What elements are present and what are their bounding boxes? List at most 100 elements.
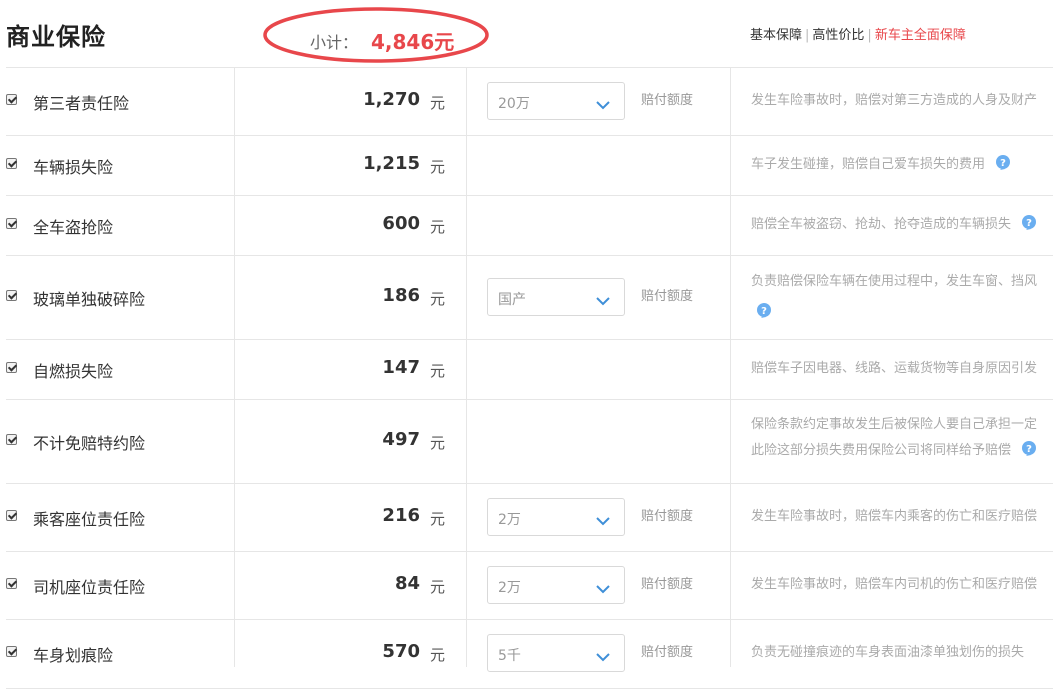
coverage-description: 负责无碰撞痕迹的车身表面油漆单独划伤的损失 [751, 640, 1053, 666]
description-text: 发生车险事故时，赔偿对第三方造成的人身及财产 [751, 93, 1038, 108]
price-unit: 元 [430, 434, 446, 452]
chevron-down-icon [596, 579, 610, 594]
help-icon[interactable]: ? [756, 303, 772, 319]
table-row: 玻璃单独破碎险 186 元 国产 赔付额度 负责赔偿保险车辆在使用过程中，发生车窗、挡… [6, 255, 1053, 340]
select-value: 国产 [498, 292, 526, 308]
coverage-description: 发生车险事故时，赔偿车内乘客的伤亡和医疗赔偿 [751, 504, 1053, 530]
chevron-down-icon [596, 95, 610, 110]
coverage-name: 车辆损失险 [33, 158, 114, 177]
coverage-checkbox[interactable] [6, 290, 17, 301]
coverage-checkbox[interactable] [6, 510, 17, 521]
description-text: 负责赔偿保险车辆在使用过程中，发生车窗、挡风 [751, 274, 1038, 289]
coverage-amount-select[interactable]: 2万 [487, 498, 625, 536]
tab-basic[interactable]: 基本保障 [750, 28, 802, 43]
chevron-down-icon [596, 647, 610, 662]
table-row: 乘客座位责任险 216 元 2万 赔付额度 发生车险事故时，赔偿车内乘客的伤亡和医疗赔… [6, 483, 1053, 552]
price-unit: 元 [430, 158, 446, 176]
coverage-checkbox[interactable] [6, 362, 17, 373]
price-unit: 元 [430, 290, 446, 308]
price-unit: 元 [430, 510, 446, 528]
svg-text:?: ? [1026, 218, 1032, 229]
coverage-description: 赔偿全车被盗窃、抢劫、抢夺造成的车辆损失? [751, 212, 1053, 238]
description-text: 此险这部分损失费用保险公司将同样给予赔偿 [751, 443, 1012, 458]
tab-value[interactable]: 高性价比 [812, 28, 864, 43]
coverage-checkbox[interactable] [6, 646, 17, 657]
tab-separator: | [805, 28, 810, 43]
price-unit: 元 [430, 578, 446, 596]
price-unit: 元 [430, 646, 446, 664]
description-text: 赔偿车子因电器、线路、运载货物等自身原因引发 [751, 361, 1038, 376]
coverage-price: 497 [382, 429, 420, 450]
limit-label: 赔付额度 [641, 577, 694, 592]
limit-label: 赔付额度 [641, 645, 694, 660]
description-text: 发生车险事故时，赔偿车内乘客的伤亡和医疗赔偿 [751, 509, 1038, 524]
coverage-description: 负责赔偿保险车辆在使用过程中，发生车窗、挡风 [751, 269, 1053, 295]
coverage-checkbox[interactable] [6, 158, 17, 169]
limit-label: 赔付额度 [641, 289, 694, 304]
table-row: 不计免赔特约险 497 元 保险条款约定事故发生后被保险人要自己承担一定 此险这部分… [6, 399, 1053, 484]
coverage-price: 216 [382, 505, 420, 526]
plan-tabs: 基本保障 | 高性价比 | 新车主全面保障 [750, 24, 966, 43]
coverage-price: 570 [382, 641, 420, 662]
table-row: 全车盗抢险 600 元 赔偿全车被盗窃、抢劫、抢夺造成的车辆损失? [6, 195, 1053, 256]
select-value: 5千 [498, 648, 521, 664]
chevron-down-icon [596, 511, 610, 526]
coverage-name: 玻璃单独破碎险 [33, 290, 146, 309]
coverage-name: 不计免赔特约险 [33, 434, 146, 453]
coverage-amount-select[interactable]: 国产 [487, 278, 625, 316]
table-row: 第三者责任险 1,270 元 20万 赔付额度 发生车险事故时，赔偿对第三方造成的人身… [6, 67, 1053, 136]
coverage-name: 车身划痕险 [33, 646, 114, 665]
coverage-name: 自燃损失险 [33, 362, 114, 381]
coverage-price: 84 [394, 573, 420, 594]
coverage-description: 车子发生碰撞，赔偿自己爱车损失的费用? [751, 152, 1053, 178]
table-row: 自燃损失险 147 元 赔偿车子因电器、线路、运载货物等自身原因引发 [6, 339, 1053, 400]
coverage-price: 1,270 [363, 89, 420, 110]
coverage-name: 第三者责任险 [33, 94, 130, 113]
page-title: 商业保险 [6, 23, 106, 51]
coverage-name: 全车盗抢险 [33, 218, 114, 237]
description-text: 车子发生碰撞，赔偿自己爱车损失的费用 [751, 157, 986, 172]
coverage-amount-select[interactable]: 2万 [487, 566, 625, 604]
price-unit: 元 [430, 94, 446, 112]
description-line: 保险条款约定事故发生后被保险人要自己承担一定 [751, 417, 1038, 432]
coverage-checkbox[interactable] [6, 218, 17, 229]
subtotal-label: 小计： [310, 33, 359, 52]
coverage-description: 发生车险事故时，赔偿车内司机的伤亡和医疗赔偿 [751, 572, 1053, 598]
help-icon[interactable]: ? [1021, 215, 1037, 231]
table-row: 车辆损失险 1,215 元 车子发生碰撞，赔偿自己爱车损失的费用? [6, 135, 1053, 196]
coverage-price: 1,215 [363, 153, 420, 174]
coverage-name: 司机座位责任险 [33, 578, 146, 597]
description-text: 发生车险事故时，赔偿车内司机的伤亡和医疗赔偿 [751, 577, 1038, 592]
coverage-description: 发生车险事故时，赔偿对第三方造成的人身及财产 [751, 88, 1053, 114]
svg-text:?: ? [1000, 158, 1006, 169]
limit-label: 赔付额度 [641, 93, 694, 108]
svg-text:?: ? [1026, 444, 1032, 455]
tab-separator: | [867, 28, 872, 43]
svg-text:?: ? [761, 306, 767, 317]
description-line: 此险这部分损失费用保险公司将同样给予赔偿? [751, 438, 1053, 464]
help-icon[interactable]: ? [1021, 441, 1037, 457]
description-text: 负责无碰撞痕迹的车身表面油漆单独划伤的损失 [751, 645, 1025, 660]
subtotal: 小计： 4,846元 [262, 6, 490, 64]
select-value: 2万 [498, 512, 521, 528]
coverage-name: 乘客座位责任险 [33, 510, 146, 529]
description-text: 赔偿全车被盗窃、抢劫、抢夺造成的车辆损失 [751, 217, 1012, 232]
table-row: 司机座位责任险 84 元 2万 赔付额度 发生车险事故时，赔偿车内司机的伤亡和医疗赔偿 [6, 551, 1053, 620]
limit-label: 赔付额度 [641, 509, 694, 524]
select-value: 20万 [498, 96, 530, 112]
select-value: 2万 [498, 580, 521, 596]
coverage-amount-select[interactable]: 20万 [487, 82, 625, 120]
coverage-price: 600 [382, 213, 420, 234]
chevron-down-icon [596, 291, 610, 306]
coverage-description: 赔偿车子因电器、线路、运载货物等自身原因引发 [751, 356, 1053, 382]
coverage-checkbox[interactable] [6, 94, 17, 105]
help-icon[interactable]: ? [995, 155, 1011, 171]
subtotal-value: 4,846元 [371, 30, 455, 54]
coverage-price: 186 [382, 285, 420, 306]
coverage-checkbox[interactable] [6, 578, 17, 589]
header: 商业保险 小计： 4,846元 基本保障 | 高性价比 | 新车主全面保障 [0, 0, 1053, 68]
price-unit: 元 [430, 218, 446, 236]
coverage-checkbox[interactable] [6, 434, 17, 445]
tab-new-owner-full[interactable]: 新车主全面保障 [875, 28, 966, 43]
coverage-amount-select[interactable]: 5千 [487, 634, 625, 672]
